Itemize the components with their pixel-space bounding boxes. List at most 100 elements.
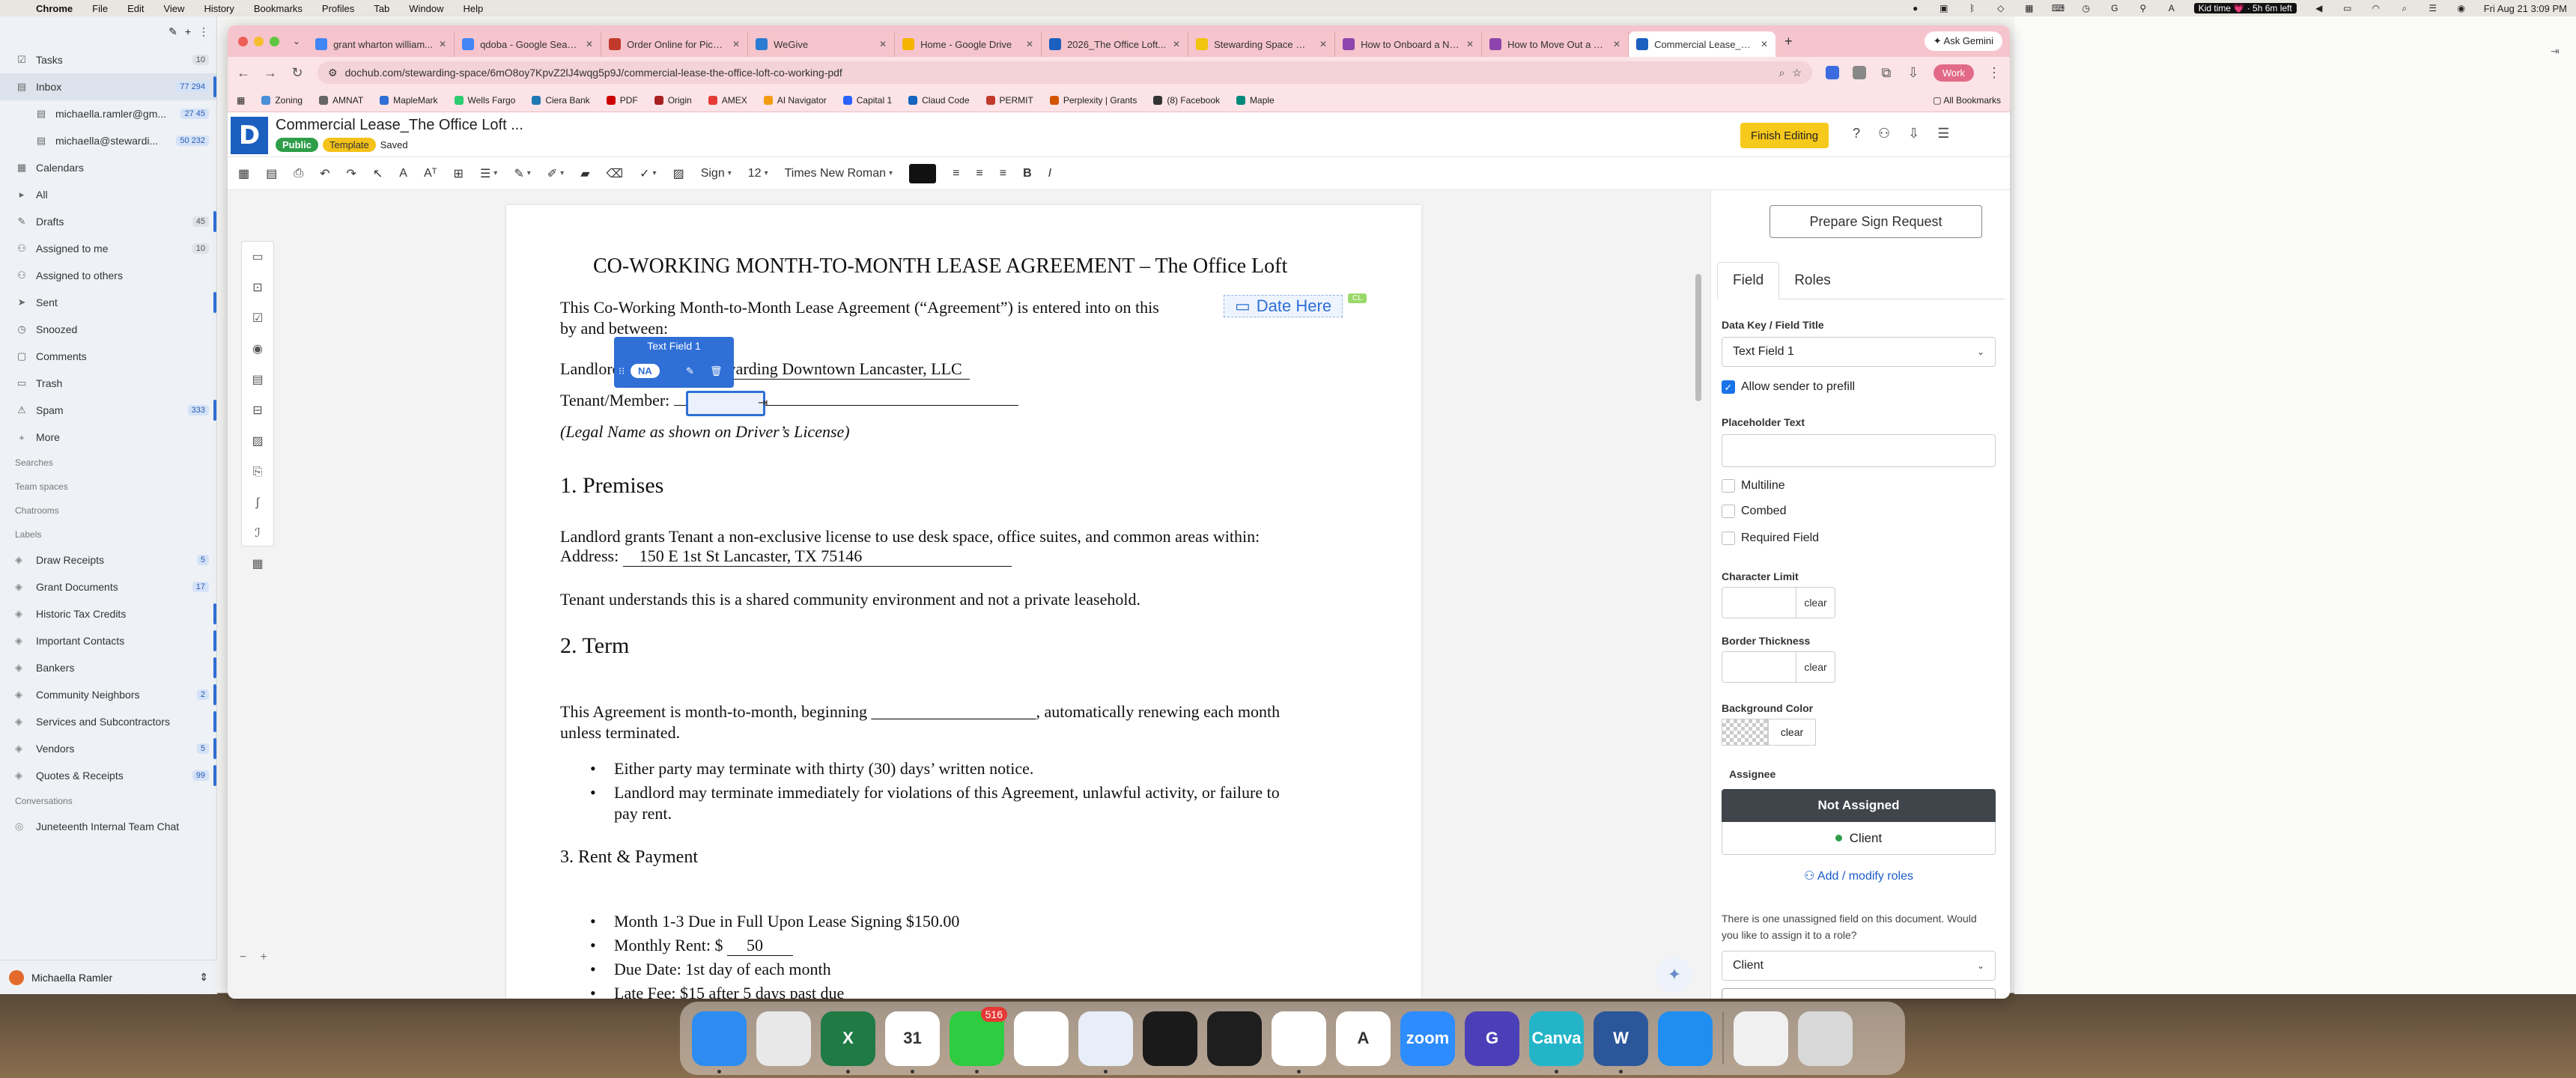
sidebar-toggle-icon[interactable]: ⇥	[2551, 45, 2566, 81]
close-window-button[interactable]	[238, 36, 248, 46]
bookmark-item-8[interactable]: AI Navigator	[763, 95, 827, 106]
extension-icon[interactable]	[1825, 66, 1839, 79]
control-center-icon[interactable]: ☰	[2427, 3, 2439, 13]
browser-tab-0[interactable]: grant wharton william... ✕	[308, 31, 455, 57]
rent-bullet-1[interactable]: Month 1-3 Due in Full Upon Lease Signing…	[614, 912, 959, 931]
mail-folder-1[interactable]: ▤ Inbox 77 294	[0, 73, 216, 100]
bookmark-item-13[interactable]: (8) Facebook	[1153, 95, 1220, 106]
menu-edit[interactable]: Edit	[127, 3, 144, 14]
color-swatch[interactable]	[909, 163, 937, 183]
apps-grid-icon[interactable]: ▦	[237, 95, 245, 106]
more-icon[interactable]: ⋮	[198, 25, 209, 38]
client-option[interactable]: Client	[1722, 822, 1996, 855]
signature-box-tool-icon[interactable]: ⊡	[249, 278, 267, 298]
a-icon[interactable]: A	[2166, 3, 2178, 13]
browser-tab-8[interactable]: How to Move Out a Te... ✕	[1482, 31, 1629, 57]
bookmark-item-5[interactable]: PDF	[606, 95, 638, 106]
close-tab-icon[interactable]: ✕	[1319, 39, 1327, 49]
browser-tab-4[interactable]: Home - Google Drive ✕	[895, 31, 1042, 57]
ask-gemini-button[interactable]: ✦ Ask Gemini	[1924, 31, 2002, 51]
comment-icon[interactable]: ▰	[580, 166, 589, 181]
download-doc-icon[interactable]: ⇩	[1908, 126, 1919, 141]
mail-folder-12[interactable]: ▭ Trash	[0, 370, 216, 397]
extension-2-icon[interactable]	[1852, 66, 1866, 79]
border-thickness-input[interactable]	[1722, 651, 1796, 683]
close-tab-icon[interactable]: ✕	[586, 39, 593, 49]
page-view-icon[interactable]: ▤	[266, 166, 277, 181]
radio-tool-icon[interactable]: ◉	[249, 340, 267, 359]
list-icon[interactable]: ☰ ▾	[480, 166, 497, 181]
chatrooms-header[interactable]: Chatrooms	[0, 499, 216, 523]
back-icon[interactable]: ←	[237, 65, 250, 81]
searches-header[interactable]: Searches	[0, 451, 216, 475]
date-field[interactable]: ▭ Date Here	[1224, 295, 1343, 317]
required-checkbox[interactable]: Required Field	[1722, 532, 1819, 545]
mail-label-4[interactable]: ◈ Bankers	[0, 654, 216, 681]
menu-bookmarks[interactable]: Bookmarks	[254, 3, 303, 14]
delete-trash-icon[interactable]: 🗑	[710, 365, 723, 377]
mail-folder-10[interactable]: ◷ Snoozed	[0, 316, 216, 343]
mail-label-5[interactable]: ◈ Community Neighbors 2	[0, 681, 216, 708]
text-tool-icon[interactable]: A	[399, 167, 407, 180]
battery-icon[interactable]: ▭	[2342, 3, 2354, 13]
mail-label-0[interactable]: ◈ Draw Receipts 5	[0, 546, 216, 573]
doc-intro-line1[interactable]: This Co-Working Month-to-Month Lease Agr…	[560, 298, 1159, 317]
bold-icon[interactable]: B	[1023, 167, 1032, 180]
rent-bullet-3[interactable]: Due Date: 1st day of each month	[614, 960, 831, 979]
volume-icon[interactable]: ◀	[2313, 3, 2325, 13]
rent-bullet-2[interactable]: Monthly Rent: $ 50	[614, 936, 793, 956]
grid-view-icon[interactable]: ▦	[238, 166, 249, 181]
multiline-checkbox[interactable]: Multiline	[1722, 479, 1785, 493]
allow-prefill-checkbox[interactable]: ✓ Allow sender to prefill	[1722, 380, 1855, 394]
align-left-icon[interactable]: ≡	[953, 167, 959, 180]
close-tab-icon[interactable]: ✕	[1173, 39, 1180, 49]
forward-icon[interactable]: →	[264, 65, 277, 81]
dock-trash-icon[interactable]	[1798, 1011, 1853, 1066]
date-tool-icon[interactable]: ▦	[249, 555, 267, 574]
help-icon[interactable]: ?	[1853, 126, 1860, 141]
document-title[interactable]: Commercial Lease_The Office Loft ...	[276, 117, 523, 134]
tab-search-chevron-icon[interactable]: ⌄	[293, 36, 300, 46]
dochub-logo[interactable]: D	[231, 117, 268, 154]
download-icon[interactable]: ⇩	[1907, 65, 1920, 81]
labels-header[interactable]: Labels	[0, 523, 216, 546]
attachment-tool-icon[interactable]: ⎘	[249, 463, 267, 482]
tab-field[interactable]: Field	[1717, 262, 1780, 299]
doc-tenant-line[interactable]: Tenant/Member:	[560, 391, 1018, 410]
dock-gemini-icon[interactable]: G	[1465, 1011, 1519, 1066]
browser-tab-7[interactable]: How to Onboard a New... ✕	[1335, 31, 1483, 57]
menu-view[interactable]: View	[163, 3, 184, 14]
pen-icon[interactable]: ✎ ▾	[514, 166, 530, 181]
select-cursor-icon[interactable]: ↖	[373, 166, 383, 181]
browser-tab-9[interactable]: Commercial Lease_The... ✕	[1629, 31, 1776, 57]
mail-folder-7[interactable]: ⚇ Assigned to me 10	[0, 235, 216, 262]
close-tab-icon[interactable]: ✕	[1761, 39, 1768, 49]
text-size-icon[interactable]: Aᵀ	[424, 167, 437, 180]
term-paragraph-line1[interactable]: This Agreement is month-to-month, beginn…	[560, 702, 1280, 722]
menu-clock[interactable]: Fri Aug 21 3:09 PM	[2484, 3, 2567, 14]
dock-word-icon[interactable]: W	[1594, 1011, 1648, 1074]
bookmark-item-6[interactable]: Origin	[654, 95, 692, 106]
assign-field-button[interactable]: Assign Field	[1722, 988, 1996, 999]
minimize-window-button[interactable]	[254, 36, 264, 46]
align-right-icon[interactable]: ≡	[1000, 167, 1006, 180]
bookmark-item-10[interactable]: Claud Code	[908, 95, 970, 106]
record-icon[interactable]: ●	[1910, 3, 1922, 13]
data-key-select[interactable]: Text Field 1 ⌄	[1722, 337, 1996, 367]
checkbox-tool-icon[interactable]: ☑	[249, 309, 267, 329]
mail-folder-11[interactable]: ▢ Comments	[0, 343, 216, 370]
bookmark-item-9[interactable]: Capital 1	[842, 95, 892, 106]
term-bullet-2-line2[interactable]: pay rent.	[614, 804, 672, 823]
site-info-icon[interactable]: ⚙	[328, 67, 338, 79]
bookmark-item-14[interactable]: Maple	[1236, 95, 1275, 106]
mail-folder-2[interactable]: ▤ michaella.ramler@gm... 27 45	[0, 100, 216, 127]
ai-assist-button[interactable]: ✦	[1656, 957, 1692, 993]
section-rent-heading[interactable]: 3. Rent & Payment	[560, 847, 698, 868]
public-badge[interactable]: Public	[276, 138, 319, 152]
mail-label-7[interactable]: ◈ Vendors 5	[0, 735, 216, 762]
align-center-icon[interactable]: ≡	[976, 167, 982, 180]
mail-folder-5[interactable]: ▸ All	[0, 181, 216, 208]
close-tab-icon[interactable]: ✕	[1026, 39, 1033, 49]
close-tab-icon[interactable]: ✕	[879, 39, 887, 49]
browser-tab-2[interactable]: Order Online for Pickup... ✕	[601, 31, 749, 57]
